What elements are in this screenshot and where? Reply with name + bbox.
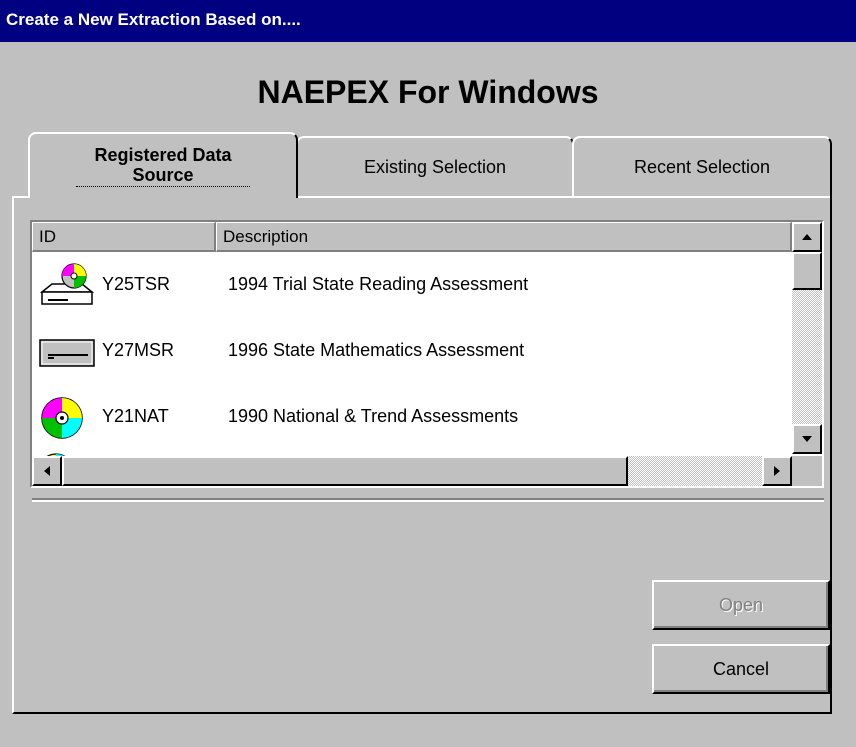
horizontal-scrollbar[interactable] xyxy=(32,456,792,486)
app-heading: NAEPEX For Windows xyxy=(257,74,599,110)
tab-registered-data-source[interactable]: Registered Data Source xyxy=(28,132,298,198)
vertical-scrollbar[interactable] xyxy=(792,222,822,454)
arrow-up-icon xyxy=(802,234,812,240)
horizontal-scroll-thumb[interactable] xyxy=(62,456,628,486)
vertical-scroll-thumb[interactable] xyxy=(792,252,822,290)
tab-label-recent-selection: Recent Selection xyxy=(633,156,771,177)
tab-label-existing-selection: Existing Selection xyxy=(363,156,507,177)
scroll-right-button[interactable] xyxy=(762,456,792,486)
data-source-list[interactable]: ID Description Y25TSR 1994 Trial State R… xyxy=(30,220,824,488)
open-button[interactable]: Open xyxy=(652,580,830,630)
scroll-up-button[interactable] xyxy=(792,222,822,252)
window-title: Create a New Extraction Based on.... xyxy=(6,10,301,29)
list-item[interactable]: Y21NAT 1990 National & Trend Assessments xyxy=(32,384,792,450)
list-header: ID Description xyxy=(32,222,792,252)
list-item[interactable]: Y25TSR 1994 Trial State Reading Assessme… xyxy=(32,252,792,318)
scroll-down-button[interactable] xyxy=(792,424,822,454)
cancel-button[interactable]: Cancel xyxy=(652,644,830,694)
hard-drive-icon xyxy=(39,339,95,367)
list-item[interactable]: Y27MSR 1996 State Mathematics Assessment xyxy=(32,318,792,384)
tab-recent-selection[interactable]: Recent Selection xyxy=(572,136,832,196)
column-header-id[interactable]: ID xyxy=(32,222,216,252)
drive-cd-icon xyxy=(39,263,95,305)
list-item-description: 1994 Trial State Reading Assessment xyxy=(228,274,529,294)
arrow-down-icon xyxy=(802,436,812,442)
scroll-left-button[interactable] xyxy=(32,456,62,486)
tab-label-registered-data-source: Registered Data Source xyxy=(76,145,250,187)
divider xyxy=(32,498,824,502)
list-item-id: Y21NAT xyxy=(102,406,169,426)
tab-existing-selection[interactable]: Existing Selection xyxy=(296,136,574,196)
cd-rom-icon xyxy=(41,397,83,439)
list-item-description: 1996 State Mathematics Assessment xyxy=(228,340,525,360)
window-title-bar[interactable]: Create a New Extraction Based on.... xyxy=(0,0,856,42)
list-item-id: Y25TSR xyxy=(102,274,171,294)
column-header-description[interactable]: Description xyxy=(216,222,792,252)
list-item-id: Y27MSR xyxy=(102,340,175,360)
arrow-left-icon xyxy=(44,466,50,476)
arrow-right-icon xyxy=(774,466,780,476)
list-item-description: 1990 National & Trend Assessments xyxy=(228,406,519,426)
scroll-corner xyxy=(792,456,822,486)
